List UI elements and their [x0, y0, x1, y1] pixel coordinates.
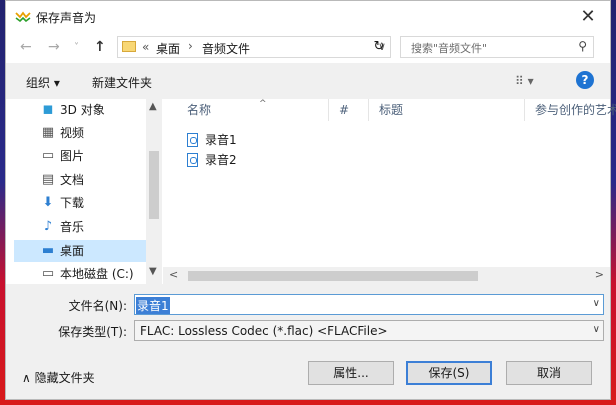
- audio-file-icon: [187, 153, 198, 167]
- view-options-button[interactable]: ⠿ ▾: [515, 74, 534, 88]
- window-title: 保存声音为: [36, 11, 97, 25]
- horizontal-scroll-thumb[interactable]: [188, 271, 478, 281]
- refresh-icon: ↻: [373, 39, 385, 54]
- address-overflow-chevron[interactable]: «: [142, 40, 149, 54]
- save-dialog: 保存声音为 ✕ ← → ˅ ↑ « 桌面 › 音频文件 ∨ ↻ 搜索"音频文件"…: [5, 0, 616, 400]
- column-label: 名称: [187, 103, 212, 117]
- sidebar-item-videos[interactable]: ▦ 视频: [14, 122, 146, 144]
- properties-button[interactable]: 属性...: [308, 361, 394, 385]
- filetype-label: 保存类型(T):: [58, 325, 127, 339]
- column-label: #: [339, 103, 350, 117]
- sort-ascending-icon: ^: [259, 99, 267, 109]
- recent-locations-button[interactable]: ˅: [74, 42, 79, 53]
- desktop-icon: ▬: [41, 243, 55, 258]
- filename-input[interactable]: 录音1 ∨: [134, 294, 604, 315]
- file-name: 录音2: [205, 153, 237, 167]
- browser-pane: ◼ 3D 对象 ▦ 视频 ▭ 图片 ▤ 文档 ⬇ 下载 ♪ 音乐 ▬ 桌面 ▭ …: [6, 99, 616, 284]
- hide-folders-toggle[interactable]: ∧ 隐藏文件夹: [22, 369, 95, 386]
- filename-dropdown-icon[interactable]: ∨: [593, 298, 600, 309]
- breadcrumb-desktop[interactable]: 桌面: [156, 40, 180, 57]
- sidebar-scrollbar[interactable]: ▲ ▼: [146, 99, 162, 284]
- search-placeholder: 搜索"音频文件": [411, 42, 488, 55]
- sidebar-item-desktop[interactable]: ▬ 桌面: [14, 240, 146, 262]
- column-header-artist[interactable]: 参与创作的艺术家: [525, 99, 616, 121]
- forward-button[interactable]: →: [48, 39, 60, 55]
- column-header-number[interactable]: #: [329, 99, 369, 121]
- sidebar-item-downloads[interactable]: ⬇ 下载: [14, 192, 146, 214]
- cancel-button[interactable]: 取消: [506, 361, 592, 385]
- title-bar: 保存声音为 ✕: [6, 1, 610, 33]
- refresh-button[interactable]: ↻: [368, 37, 390, 57]
- document-icon: ▤: [41, 172, 55, 187]
- sidebar-item-label: 文档: [60, 173, 85, 187]
- sidebar-item-label: 本地磁盘 (C:): [60, 267, 134, 281]
- column-label: 标题: [379, 103, 404, 117]
- help-button[interactable]: ?: [576, 71, 594, 89]
- breadcrumb-audio-files[interactable]: 音频文件: [202, 40, 250, 57]
- address-bar[interactable]: « 桌面 › 音频文件 ∨: [117, 36, 391, 58]
- column-label: 参与创作的艺术家: [535, 103, 616, 117]
- background-bottom-edge: [0, 400, 616, 405]
- scroll-down-icon[interactable]: ▼: [149, 266, 157, 277]
- file-name: 录音1: [205, 133, 237, 147]
- scroll-left-icon[interactable]: <: [169, 268, 178, 281]
- up-folder-button[interactable]: ↑: [94, 39, 106, 55]
- sidebar-item-3d-objects[interactable]: ◼ 3D 对象: [14, 99, 146, 121]
- folder-icon: [122, 41, 136, 52]
- filetype-select[interactable]: FLAC: Lossless Codec (*.flac) <FLACFile>…: [134, 320, 604, 341]
- toolbar: 组织 ▾ 新建文件夹 ⠿ ▾ ?: [6, 63, 610, 99]
- new-folder-button[interactable]: 新建文件夹: [92, 74, 152, 91]
- filename-value: 录音1: [136, 297, 170, 314]
- audio-file-icon: [187, 133, 198, 147]
- filetype-value: FLAC: Lossless Codec (*.flac) <FLACFile>: [140, 324, 388, 338]
- scroll-up-icon[interactable]: ▲: [149, 101, 157, 112]
- cube-icon: ◼: [42, 102, 54, 117]
- column-header-name[interactable]: 名称 ^: [177, 99, 329, 121]
- scroll-right-icon[interactable]: >: [595, 268, 604, 281]
- video-icon: ▦: [41, 125, 55, 140]
- search-icon[interactable]: ⚲: [578, 39, 587, 53]
- sidebar-item-local-disk[interactable]: ▭ 本地磁盘 (C:): [14, 263, 146, 285]
- sidebar-item-documents[interactable]: ▤ 文档: [14, 169, 146, 191]
- column-header-row: 名称 ^ # 标题 参与创作的艺术家: [163, 99, 616, 121]
- sidebar-item-music[interactable]: ♪ 音乐: [14, 216, 146, 238]
- breadcrumb-separator[interactable]: ›: [188, 39, 193, 53]
- sidebar-item-label: 3D 对象: [60, 103, 105, 117]
- app-logo-icon: [15, 11, 31, 22]
- music-icon: ♪: [43, 219, 53, 234]
- picture-icon: ▭: [41, 148, 55, 163]
- sidebar-item-label: 视频: [60, 126, 85, 140]
- drive-icon: ▭: [41, 266, 55, 281]
- sidebar-scroll-thumb[interactable]: [149, 151, 159, 219]
- sidebar-item-pictures[interactable]: ▭ 图片: [14, 145, 146, 167]
- back-button[interactable]: ←: [20, 39, 32, 55]
- organize-menu-button[interactable]: 组织 ▾: [26, 74, 60, 91]
- save-button[interactable]: 保存(S): [406, 361, 492, 385]
- file-list-horizontal-scrollbar[interactable]: < >: [163, 267, 610, 284]
- search-box[interactable]: 搜索"音频文件" ⚲: [400, 36, 594, 58]
- close-icon: ✕: [580, 6, 596, 27]
- sidebar-item-label: 音乐: [60, 220, 85, 234]
- navigation-sidebar: ◼ 3D 对象 ▦ 视频 ▭ 图片 ▤ 文档 ⬇ 下载 ♪ 音乐 ▬ 桌面 ▭ …: [6, 99, 163, 284]
- sidebar-item-label: 下载: [60, 196, 85, 210]
- filename-label: 文件名(N):: [68, 299, 127, 313]
- file-list: 名称 ^ # 标题 参与创作的艺术家 录音1 录音2: [163, 99, 616, 284]
- filetype-dropdown-icon: ∨: [592, 324, 600, 335]
- navigation-bar: ← → ˅ ↑ « 桌面 › 音频文件 ∨ ↻ 搜索"音频文件" ⚲: [6, 33, 610, 63]
- column-header-title[interactable]: 标题: [369, 99, 525, 121]
- sidebar-item-label: 桌面: [60, 244, 85, 258]
- sidebar-item-label: 图片: [60, 149, 85, 163]
- download-icon: ⬇: [42, 195, 54, 210]
- close-button[interactable]: ✕: [566, 1, 610, 33]
